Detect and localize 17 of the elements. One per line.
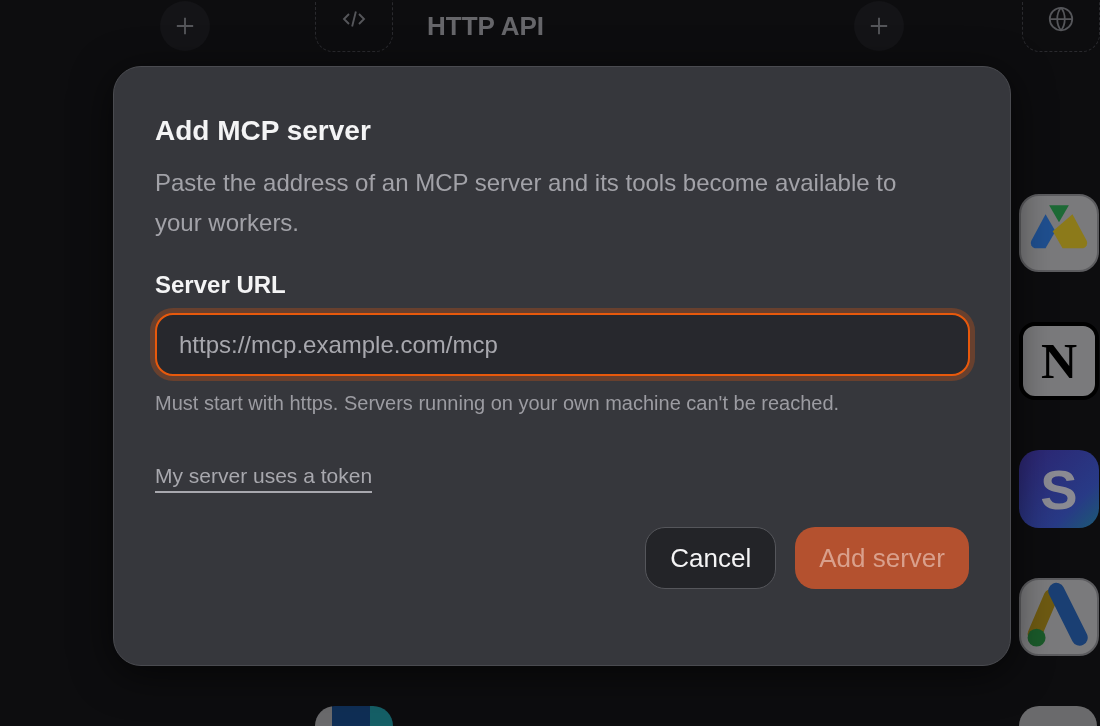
logo-letter: N bbox=[1040, 332, 1078, 390]
field-label: Server URL bbox=[155, 270, 287, 300]
add-button[interactable] bbox=[160, 1, 210, 51]
globe-icon[interactable] bbox=[1046, 4, 1076, 34]
app-tile[interactable]: S bbox=[1019, 450, 1099, 528]
add-button[interactable] bbox=[854, 1, 904, 51]
cancel-button[interactable]: Cancel bbox=[645, 527, 777, 589]
dialog-title: Add MCP server bbox=[155, 114, 372, 148]
section-title: HTTP API bbox=[427, 10, 544, 42]
dialog-description: Paste the address of an MCP server and its tools become available to your workers. bbox=[155, 168, 898, 238]
help-text: Must start with https. Servers running on your own machine can't be reached. bbox=[155, 391, 841, 416]
url-input-field[interactable]: https://mcp.example.com/mcp bbox=[155, 313, 970, 376]
app-tile[interactable] bbox=[1019, 194, 1099, 272]
app-tile[interactable]: N bbox=[1019, 322, 1099, 400]
logo-letter: S bbox=[1040, 456, 1078, 522]
token-link[interactable]: My server uses a token bbox=[155, 461, 373, 493]
app-tile[interactable] bbox=[1019, 578, 1099, 656]
